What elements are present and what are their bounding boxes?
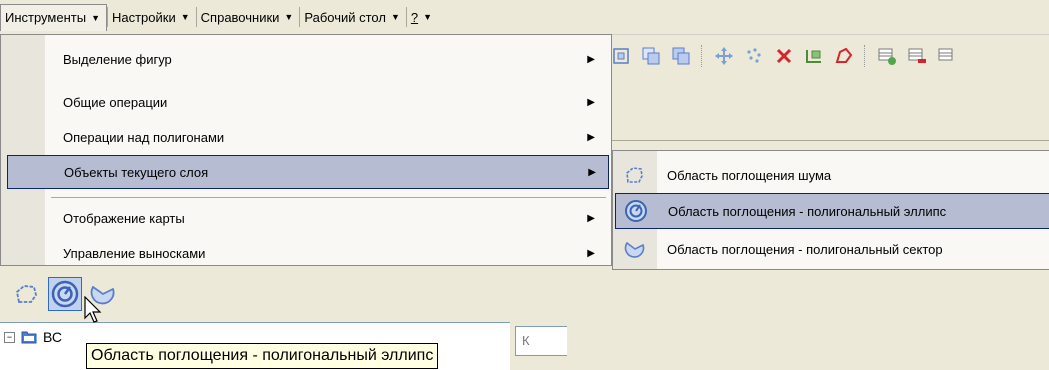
menu-item-general-operations[interactable]: Общие операции ▶ <box>7 85 607 119</box>
submenu-arrow-icon: ▶ <box>587 53 595 65</box>
menu-tools-label: Инструменты <box>5 10 87 25</box>
union-shapes-icon[interactable] <box>668 43 694 69</box>
tree-root-label: ВС <box>43 329 62 345</box>
current-layer-submenu: Область поглощения шума Область поглощен… <box>612 150 1049 270</box>
dropdown-arrow-icon: ▼ <box>390 12 400 22</box>
menu-item-polygon-operations[interactable]: Операции над полигонами ▶ <box>7 120 607 154</box>
toolbar-separator <box>864 45 867 67</box>
table-icon[interactable] <box>934 43 960 69</box>
tree-root-row[interactable]: − ВС <box>4 329 62 345</box>
add-vertex-icon[interactable] <box>801 43 827 69</box>
dropdown-arrow-icon: ▼ <box>91 12 100 23</box>
menu-item-shape-selection[interactable]: Выделение фигур ▶ <box>7 42 607 76</box>
side-field[interactable]: К <box>515 326 567 356</box>
submenu-item-label: Область поглощения - полигональный секто… <box>667 241 943 257</box>
menu-tools[interactable]: Инструменты ▼ <box>0 3 107 31</box>
tooltip: Область поглощения - полигональный эллип… <box>86 343 439 369</box>
menu-references[interactable]: Справочники ▼ <box>197 4 300 30</box>
submenu-arrow-icon: ▶ <box>587 247 595 259</box>
folder-icon <box>21 331 37 344</box>
dropdown-arrow-icon: ▼ <box>180 12 190 22</box>
menu-item-map-display[interactable]: Отображение карты ▶ <box>7 201 607 235</box>
polygon-ellipse-icon <box>51 280 79 308</box>
noise-region-icon <box>16 285 37 303</box>
menu-help-label: ? <box>410 9 419 25</box>
overlap-shapes-icon[interactable] <box>638 43 664 69</box>
polygon-ellipse-button[interactable] <box>48 277 82 311</box>
menu-references-label: Справочники <box>200 9 280 25</box>
menu-item-label: Отображение карты <box>63 210 185 226</box>
move-icon[interactable] <box>711 43 737 69</box>
polygon-ellipse-icon <box>624 199 648 223</box>
menu-item-callout-management[interactable]: Управление выносками ▶ <box>7 239 607 267</box>
menu-settings-label: Настройки <box>111 9 176 25</box>
toolbar-separator <box>701 45 704 67</box>
submenu-arrow-icon: ▶ <box>588 166 596 178</box>
panel-divider <box>600 140 1049 141</box>
table-add-icon[interactable] <box>874 43 900 69</box>
menu-item-label: Операции над полигонами <box>63 129 225 145</box>
submenu-arrow-icon: ▶ <box>587 131 595 143</box>
delete-icon[interactable] <box>771 43 797 69</box>
noise-region-button[interactable] <box>10 277 44 311</box>
menu-item-label: Объекты текущего слоя <box>64 164 209 180</box>
submenu-item-noise-region[interactable]: Область поглощения шума <box>615 157 1049 193</box>
menu-item-label: Управление выносками <box>63 245 206 261</box>
menu-item-current-layer-objects[interactable]: Объекты текущего слоя ▶ <box>7 155 609 189</box>
tools-dropdown-menu: Выделение фигур ▶ Общие операции ▶ Опера… <box>0 34 612 266</box>
collapse-icon[interactable]: − <box>4 331 15 343</box>
polygon-edit-icon[interactable] <box>831 43 857 69</box>
submenu-item-label: Область поглощения шума <box>667 167 832 183</box>
submenu-arrow-icon: ▶ <box>587 96 595 108</box>
menu-help[interactable]: ? ▼ <box>407 4 438 30</box>
submenu-arrow-icon: ▶ <box>587 212 595 224</box>
polygon-sector-icon <box>623 237 647 261</box>
noise-region-icon <box>623 163 647 187</box>
dropdown-arrow-icon: ▼ <box>284 12 294 22</box>
menu-item-label: Общие операции <box>63 94 168 110</box>
main-toolbar <box>600 35 1049 77</box>
dropdown-arrow-icon: ▼ <box>423 12 433 22</box>
menu-item-label: Выделение фигур <box>63 51 172 67</box>
mouse-cursor-icon <box>84 296 102 323</box>
table-remove-icon[interactable] <box>904 43 930 69</box>
scatter-points-icon[interactable] <box>741 43 767 69</box>
menu-bar: Инструменты ▼ Настройки ▼ Справочники ▼ … <box>0 0 1049 35</box>
menu-settings[interactable]: Настройки ▼ <box>108 4 196 30</box>
menu-divider <box>51 197 606 198</box>
menu-desktop-label: Рабочий стол <box>304 9 386 25</box>
submenu-item-label: Область поглощения - полигональный эллип… <box>668 203 947 219</box>
menu-desktop[interactable]: Рабочий стол ▼ <box>300 4 406 30</box>
submenu-item-polygon-sector[interactable]: Область поглощения - полигональный секто… <box>615 231 1049 267</box>
submenu-item-polygon-ellipse[interactable]: Область поглощения - полигональный эллип… <box>615 193 1049 229</box>
